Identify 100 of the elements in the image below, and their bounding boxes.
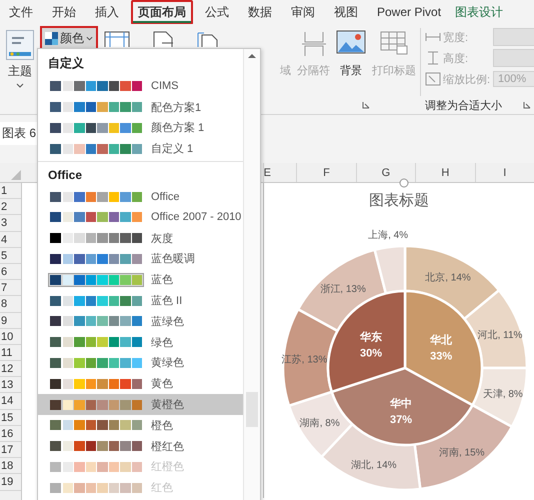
row-header[interactable]: 12 xyxy=(0,361,21,378)
color-scheme-item[interactable]: 黄色 xyxy=(38,373,243,394)
data-label: 天津, 8% xyxy=(482,389,523,400)
caret-icon xyxy=(86,36,93,41)
scheme-name: 绿色 xyxy=(151,336,173,350)
column-header[interactable]: H xyxy=(415,163,475,182)
data-label: 30% xyxy=(360,347,382,360)
color-scheme-item[interactable]: Office 2007 - 2010 xyxy=(38,206,243,228)
scheme-name: 红橙色 xyxy=(151,460,184,474)
color-scheme-item[interactable]: 蓝色 II xyxy=(38,290,243,311)
row-header[interactable]: 16 xyxy=(0,426,21,442)
colors-icon xyxy=(45,32,58,45)
row-header[interactable]: 1 xyxy=(0,183,21,200)
dialog-launcher-icon[interactable] xyxy=(523,101,531,109)
color-scheme-item[interactable]: 配色方案1 xyxy=(38,96,243,118)
page-setup-button[interactable]: 背景 xyxy=(336,30,366,114)
data-label: 浙江, 13% xyxy=(320,284,366,296)
group-label: 调整为合适大小 xyxy=(425,99,502,113)
color-scheme-item[interactable]: 黄绿色 xyxy=(38,352,243,374)
category-label: 华中 xyxy=(390,398,412,410)
color-scheme-item[interactable]: 灰度 xyxy=(38,228,243,249)
color-scheme-item[interactable]: 蓝色暖调 xyxy=(38,248,243,270)
color-scheme-item[interactable]: 颜色方案 1 xyxy=(38,118,243,138)
ribbon-tab[interactable]: 开始 xyxy=(45,0,83,24)
scheme-name: 蓝色 xyxy=(151,273,173,288)
ribbon-tab[interactable]: 图表设计 xyxy=(453,0,506,24)
column-header[interactable]: I xyxy=(474,163,534,182)
scheme-name: 颜色方案 1 xyxy=(151,120,204,136)
ribbon-tab[interactable]: 插入 xyxy=(88,0,126,24)
data-label: 上海, 4% xyxy=(368,230,408,242)
color-scheme-item[interactable]: 绿色 xyxy=(38,332,243,353)
color-scheme-item[interactable]: 蓝色 xyxy=(38,269,243,290)
row-header[interactable]: 8 xyxy=(0,296,21,312)
scheme-name: 蓝绿色 xyxy=(151,314,184,329)
ribbon-tab[interactable]: 审阅 xyxy=(284,0,322,24)
color-scheme-item[interactable]: Office xyxy=(38,186,243,207)
scheme-name: 黄色 xyxy=(151,377,173,392)
row-header[interactable]: 14 xyxy=(0,393,21,410)
section-header: Office xyxy=(47,167,84,184)
scrollbar[interactable] xyxy=(243,49,260,500)
scheme-name: 蓝色 II xyxy=(151,294,182,308)
section-header: 自定义 xyxy=(47,55,85,72)
category-label: 华东 xyxy=(360,331,382,344)
color-scheme-item[interactable]: 黄橙色 xyxy=(38,394,243,415)
ribbon-tab[interactable]: 页面布局 xyxy=(131,0,193,24)
row-header[interactable]: 9 xyxy=(0,312,21,329)
row-header[interactable]: 11 xyxy=(0,344,21,362)
row-header[interactable]: 18 xyxy=(0,458,21,474)
scheme-name: Office 2007 - 2010 xyxy=(151,211,242,224)
data-label: 河南, 15% xyxy=(438,448,485,459)
width-label: 宽度: xyxy=(443,30,470,44)
color-scheme-item[interactable]: 自定义 1 xyxy=(38,138,243,160)
ribbon-tab[interactable]: 数据 xyxy=(241,0,279,24)
row-header[interactable]: 6 xyxy=(0,264,21,280)
data-label: 北京, 14% xyxy=(425,272,471,284)
breaks-icon xyxy=(300,30,326,58)
height-label: 高度: xyxy=(443,52,470,66)
chart-title: 图表标题 xyxy=(368,191,430,210)
row-header[interactable]: 7 xyxy=(0,280,21,296)
height-icon xyxy=(425,51,441,65)
select-all-icon[interactable] xyxy=(11,170,21,180)
resize-handle-icon[interactable] xyxy=(399,178,409,188)
scale-icon xyxy=(425,72,441,86)
theme-icon xyxy=(6,30,34,60)
ribbon-tab[interactable]: 公式 xyxy=(198,0,236,24)
dialog-launcher-icon[interactable] xyxy=(362,101,370,109)
scheme-name: 黄橙色 xyxy=(151,398,184,412)
scheme-name: 灰度 xyxy=(151,232,173,246)
color-scheme-item[interactable]: 蓝绿色 xyxy=(38,310,243,332)
column-header[interactable]: F xyxy=(296,163,356,182)
data-label: 37% xyxy=(390,414,412,426)
ribbon-tab[interactable]: Power Pivot xyxy=(370,1,448,23)
column-header[interactable]: E xyxy=(262,163,296,182)
scheme-name: 黄绿色 xyxy=(151,356,184,370)
scroll-up-icon[interactable] xyxy=(248,53,256,59)
color-scheme-item[interactable]: CIMS xyxy=(38,76,243,97)
ribbon-tab[interactable]: 文件 xyxy=(2,0,40,24)
data-label: 33% xyxy=(430,350,452,363)
row-header[interactable]: 15 xyxy=(0,410,21,426)
row-header[interactable]: 4 xyxy=(0,232,21,248)
row-header[interactable]: 2 xyxy=(0,199,21,216)
caret-icon xyxy=(16,83,24,88)
data-label: 河北, 11% xyxy=(478,330,522,341)
row-header[interactable]: 19 xyxy=(0,474,21,491)
scheme-name: 橙色 xyxy=(151,418,173,433)
row-header[interactable]: 13 xyxy=(0,377,21,394)
row-header[interactable]: 10 xyxy=(0,328,21,345)
name-box[interactable]: 图表 6 xyxy=(0,122,38,144)
row-header[interactable]: 17 xyxy=(0,442,21,458)
ribbon-tab[interactable]: 视图 xyxy=(327,0,365,24)
color-scheme-item[interactable]: 橙红色 xyxy=(38,436,243,457)
row-header[interactable]: 5 xyxy=(0,248,21,264)
scale-label: 缩放比例: xyxy=(443,72,491,86)
color-scheme-item[interactable]: 橙色 xyxy=(38,414,243,436)
scheme-name: 红色 xyxy=(151,481,173,496)
scheme-name: CIMS xyxy=(151,80,178,92)
row-header[interactable]: 3 xyxy=(0,215,21,232)
theme-button[interactable]: 主题 xyxy=(4,24,36,114)
category-label: 华北 xyxy=(430,334,452,347)
scheme-name: 自定义 1 xyxy=(151,142,194,156)
